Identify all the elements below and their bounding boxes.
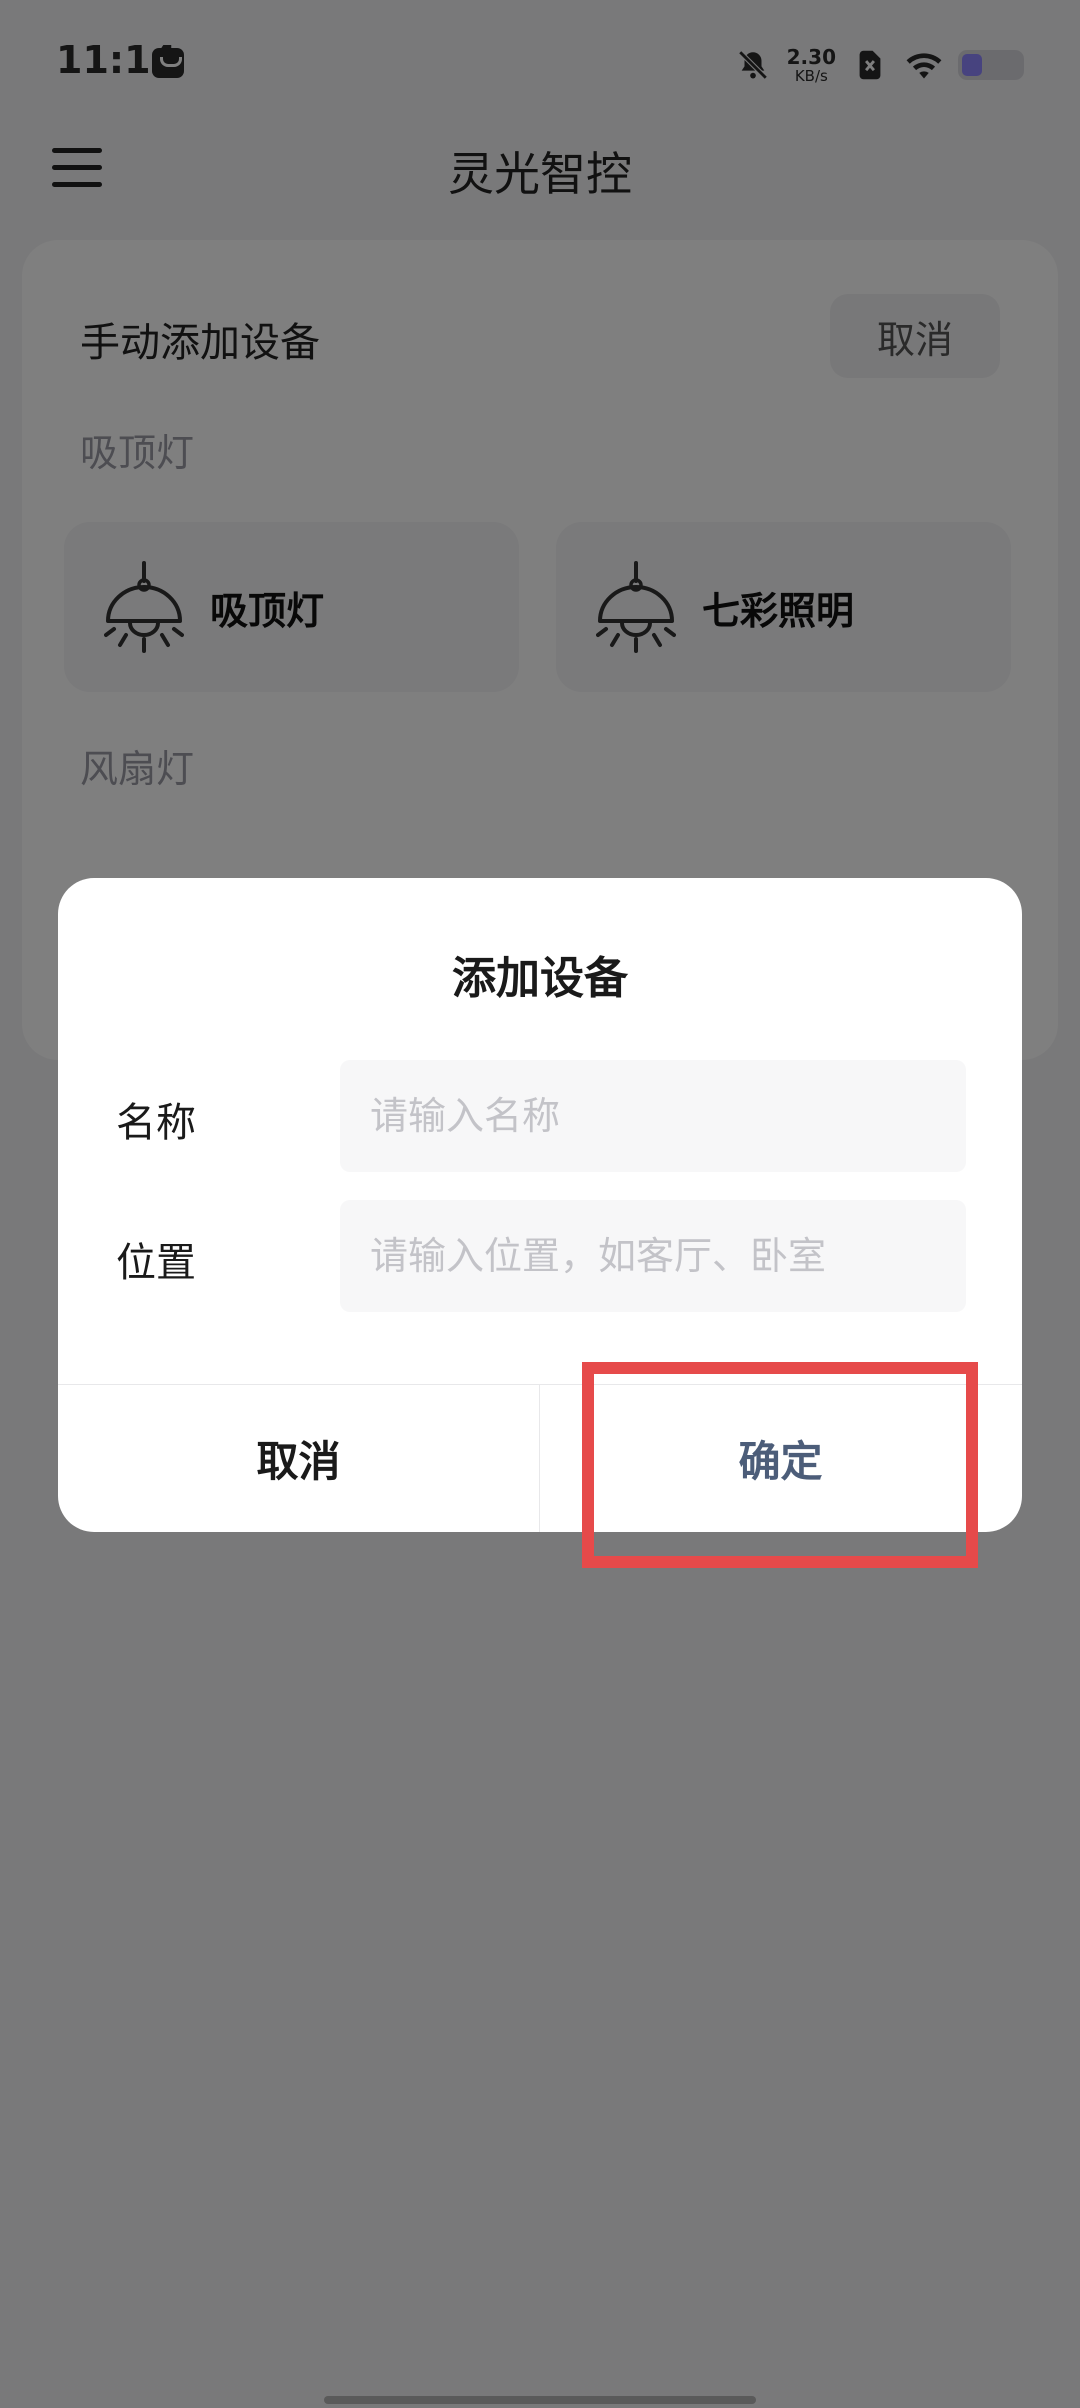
name-label: 名称 (116, 1100, 196, 1146)
dialog-title: 添加设备 (452, 953, 628, 1004)
highlight-box (582, 1362, 978, 1568)
name-input[interactable] (340, 1060, 966, 1172)
home-indicator[interactable] (324, 2396, 756, 2404)
location-input[interactable] (340, 1200, 966, 1312)
location-label: 位置 (116, 1240, 196, 1286)
dialog-cancel-button[interactable]: 取消 (58, 1385, 539, 1532)
